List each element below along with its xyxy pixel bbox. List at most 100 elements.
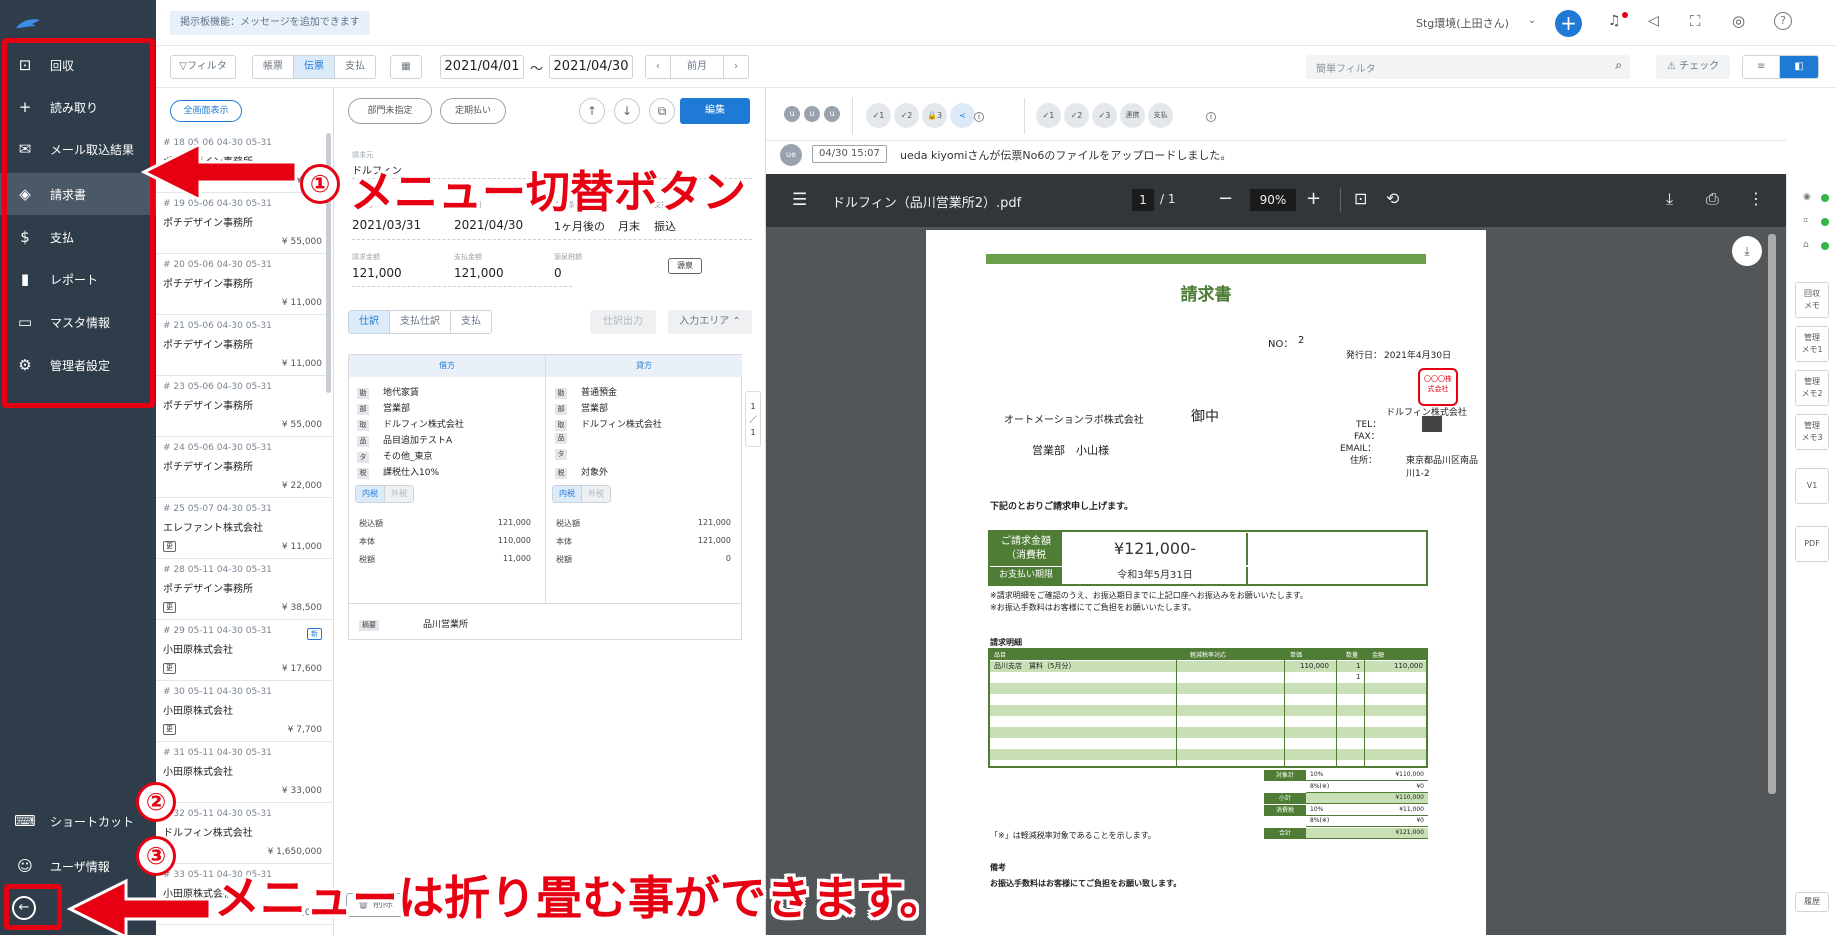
list-item[interactable]: # 30 05-11 04-30 05-31 小田原株式会社 ¥ 7,700 更 (156, 681, 332, 742)
check-button[interactable]: ⚠ チェック (1656, 55, 1730, 79)
next-arrow-icon[interactable]: › (724, 56, 748, 78)
tax-exclusive[interactable]: 外税 (385, 486, 413, 502)
zoom-input[interactable]: 90% (1250, 189, 1296, 211)
fullscreen-icon[interactable]: ⛶ (1690, 12, 1701, 30)
rotate-icon[interactable]: ⟲ (1386, 189, 1399, 208)
split-layout-icon[interactable]: ◧ (1780, 56, 1818, 78)
notice-board[interactable]: 掲示板機能：メッセージを追加できます (170, 11, 370, 35)
info-icon[interactable]: i (974, 112, 984, 122)
input-area-button[interactable]: 入力エリア ⌃ (668, 310, 752, 334)
date-to-input[interactable]: 2021/04/30 (549, 55, 633, 79)
download-icon[interactable]: ⤓ (1666, 189, 1673, 209)
payment-chip[interactable]: 支払 (1148, 103, 1173, 128)
tab-payment-journal[interactable]: 支払仕訳 (390, 311, 451, 333)
row-pager[interactable]: 1 ／ 1 (745, 391, 761, 447)
support-icon[interactable]: ◎ (1732, 12, 1745, 30)
prev-month-button[interactable]: 前月 (671, 56, 724, 78)
user-chip[interactable]: u (804, 106, 820, 122)
admin-memo-1-button[interactable]: 管理 メモ1 (1795, 326, 1829, 362)
version-button[interactable]: V1 (1795, 468, 1829, 504)
approval-step-3[interactable]: 🔒3 (922, 103, 947, 128)
page-input[interactable]: 1 (1132, 189, 1154, 211)
collect-memo-button[interactable]: 回収 メモ (1795, 282, 1829, 318)
approval-step-1[interactable]: ✓1 (866, 103, 891, 128)
download-circle-icon[interactable]: ⤓ (1732, 236, 1762, 266)
approval-step-2[interactable]: ✓2 (894, 103, 919, 128)
filter-button[interactable]: ▽フィルタ (170, 55, 236, 79)
journal-output-button[interactable]: 仕訳出力 (590, 310, 656, 334)
edit-button[interactable]: 編集 (680, 98, 750, 124)
user-chip[interactable]: u (784, 106, 800, 122)
pdf-button[interactable]: PDF (1795, 526, 1829, 562)
list-item[interactable]: # 21 05-06 04-30 05-31 ポチデザイン事務所 ¥ 11,000 (156, 315, 332, 376)
check-step-3[interactable]: ✓3 (1092, 103, 1117, 128)
list-item[interactable]: # 31 05-11 04-30 05-31 小田原株式会社 ¥ 33,000 (156, 742, 332, 803)
list-layout-icon[interactable]: ≡ (1743, 56, 1781, 78)
journal-row[interactable]: タ (555, 449, 581, 460)
pdf-scrollbar[interactable] (1768, 234, 1776, 794)
journal-row[interactable]: 税 課税仕入10% (357, 465, 439, 479)
tax-inclusive[interactable]: 内税 (356, 486, 385, 502)
copy-icon[interactable]: ⧉ (649, 98, 675, 124)
sidebar-item-user[interactable]: ☺ ユーザ情報 (0, 845, 156, 887)
sidebar-item-shortcut[interactable]: ⌨ ショートカット (0, 800, 156, 842)
dept-unset-button[interactable]: 部門未指定 (348, 98, 432, 124)
journal-row[interactable]: 部 営業部 (357, 401, 410, 415)
tab-journal[interactable]: 仕訳 (349, 311, 390, 333)
info-icon[interactable]: i (1206, 112, 1216, 122)
link-chip[interactable]: 連携 (1120, 103, 1145, 128)
check-step-2[interactable]: ✓2 (1064, 103, 1089, 128)
history-button[interactable]: 履歴 (1795, 892, 1829, 912)
environment-user[interactable]: Stg環境(上田さん) (1416, 15, 1509, 31)
journal-row[interactable]: タ その他_東京 (357, 449, 433, 463)
eye-icon[interactable]: ◉ (1803, 192, 1811, 202)
more-vertical-icon[interactable]: ⋮ (1748, 189, 1764, 208)
fit-page-icon[interactable]: ⊡ (1354, 189, 1367, 208)
list-item[interactable]: # 24 05-06 04-30 05-31 ポチデザイン事務所 ¥ 22,000 (156, 437, 332, 498)
calendar-icon[interactable]: ▦ (390, 55, 422, 79)
prev-arrow-icon[interactable]: ‹ (646, 56, 671, 78)
tax-inclusive[interactable]: 内税 (553, 486, 582, 502)
arrow-up-icon[interactable]: ↑ (579, 98, 605, 124)
dolphin-logo-icon[interactable] (12, 12, 44, 34)
journal-row[interactable]: 取 ドルフィン株式会社 (555, 417, 662, 431)
tax-exclusive[interactable]: 外税 (582, 486, 610, 502)
bell-icon[interactable]: ♫ (1608, 13, 1621, 29)
admin-memo-2-button[interactable]: 管理 メモ2 (1795, 370, 1829, 406)
journal-row[interactable]: 品 品目追加テストA (357, 433, 452, 447)
check-step-1[interactable]: ✓1 (1036, 103, 1061, 128)
journal-row[interactable]: 勘 普通預金 (555, 385, 617, 399)
recurring-button[interactable]: 定期払い (440, 98, 506, 124)
zoom-in-icon[interactable]: + (1306, 188, 1321, 209)
list-item[interactable]: # 20 05-06 04-30 05-31 ポチデザイン事務所 ¥ 11,000 (156, 254, 332, 315)
bank-icon[interactable]: ⌂ (1803, 240, 1809, 250)
menu-icon[interactable]: ☰ (792, 190, 807, 210)
journal-row[interactable]: 部 営業部 (555, 401, 608, 415)
list-item[interactable]: # 19 05-06 04-30 05-31 ポチデザイン事務所 ¥ 55,000 (156, 193, 332, 254)
print-icon[interactable]: ⎙ (1706, 189, 1719, 209)
simple-filter-input[interactable]: 簡単フィルタ ⌕ (1306, 55, 1630, 79)
segment-payment[interactable]: 支払 (335, 56, 375, 78)
add-icon[interactable]: + (1555, 10, 1582, 37)
list-item[interactable]: # 28 05-11 04-30 05-31 ポチデザイン事務所 ¥ 38,500 更 (156, 559, 332, 620)
megaphone-icon[interactable]: ◁ (1648, 13, 1659, 29)
date-from-input[interactable]: 2021/04/01 (440, 55, 524, 79)
journal-row[interactable]: 税 対象外 (555, 465, 608, 479)
list-item[interactable]: # 29 05-11 04-30 05-31 小田原株式会社 ¥ 17,600 更 新 (156, 620, 332, 681)
tab-payment[interactable]: 支払 (451, 311, 491, 333)
list-item[interactable]: # 25 05-07 04-30 05-31 エレファント株式会社 ¥ 11,000… (156, 498, 332, 559)
list-item[interactable]: # 23 05-06 04-30 05-31 ポチデザイン事務所 ¥ 55,000 (156, 376, 332, 437)
journal-row[interactable]: 品 (555, 433, 581, 444)
arrow-down-icon[interactable]: ↓ (614, 98, 640, 124)
segment-voucher[interactable]: 伝票 (294, 56, 335, 78)
list-item[interactable]: # 32 05-11 04-30 05-31 ドルフィン株式会社 ¥ 1,650,0… (156, 803, 332, 864)
help-icon[interactable]: ? (1774, 12, 1792, 30)
segment-document[interactable]: 帳票 (253, 56, 294, 78)
user-chip[interactable]: u (824, 106, 840, 122)
gensen-button[interactable]: 源泉 (668, 258, 702, 274)
fullscreen-button[interactable]: 全画面表示 (170, 100, 242, 122)
zoom-out-icon[interactable]: − (1218, 188, 1233, 209)
journal-row[interactable]: 取 ドルフィン株式会社 (357, 417, 464, 431)
scan-icon[interactable]: ⌗ (1803, 216, 1808, 226)
flow-icon[interactable]: ≺ (950, 103, 975, 128)
